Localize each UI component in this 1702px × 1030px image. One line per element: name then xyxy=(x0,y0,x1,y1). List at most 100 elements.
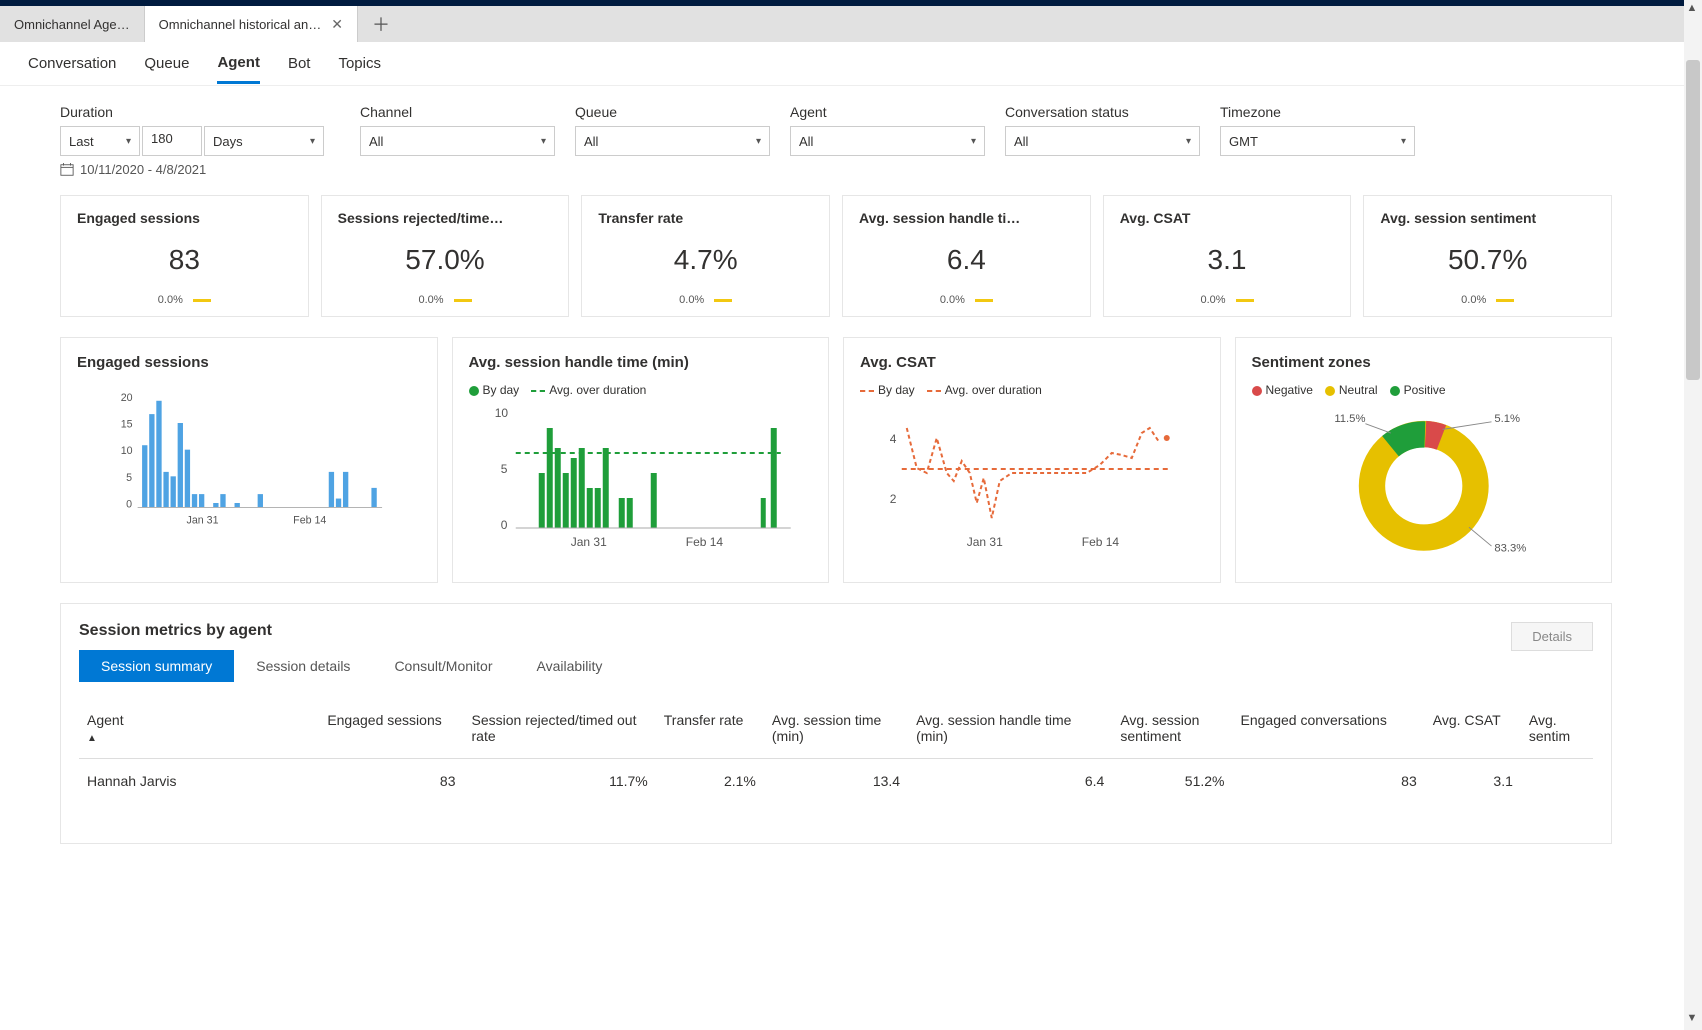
table-title: Session metrics by agent xyxy=(79,622,624,640)
filter-bar: Duration Last ▾ 180 Days ▾ Channel All xyxy=(60,104,1612,156)
tab-strip: Omnichannel Age… Omnichannel historical … xyxy=(0,6,1702,42)
scroll-up-icon[interactable]: ▲ xyxy=(1684,2,1700,18)
kpi-value: 83 xyxy=(77,244,292,276)
kpi-value: 4.7% xyxy=(598,244,813,276)
cell-sess-time: 13.4 xyxy=(764,759,908,804)
filter-label-agent: Agent xyxy=(790,104,985,120)
vertical-scrollbar[interactable]: ▲ ▼ xyxy=(1684,0,1702,1030)
bar-chart: 20 15 10 5 0 xyxy=(77,383,421,543)
agent-select[interactable]: All ▾ xyxy=(790,126,985,156)
cell-trunc xyxy=(1521,759,1593,804)
kpi-trend: 0.0% xyxy=(77,294,292,306)
col-engaged[interactable]: Engaged sessions xyxy=(319,706,463,759)
kpi-value: 6.4 xyxy=(859,244,1074,276)
kpi-row: Engaged sessions 83 0.0% Sessions reject… xyxy=(60,195,1612,317)
chart-legend: By day Avg. over duration xyxy=(469,383,813,397)
chart-csat: Avg. CSAT By day Avg. over duration 4 2 … xyxy=(843,337,1221,583)
agent-metrics-table: Agent▲ Engaged sessions Session rejected… xyxy=(79,706,1593,803)
trend-bar-icon xyxy=(193,299,211,302)
select-value: All xyxy=(799,134,813,149)
tab-label: Omnichannel historical an… xyxy=(159,17,322,32)
details-button[interactable]: Details xyxy=(1511,622,1593,651)
channel-select[interactable]: All ▾ xyxy=(360,126,555,156)
svg-text:Feb 14: Feb 14 xyxy=(293,514,326,526)
view-tab-consult[interactable]: Consult/Monitor xyxy=(372,650,514,682)
kpi-engaged-sessions: Engaged sessions 83 0.0% xyxy=(60,195,309,317)
cell-engaged: 83 xyxy=(319,759,463,804)
kpi-title: Engaged sessions xyxy=(77,210,292,226)
select-value: All xyxy=(1014,134,1028,149)
chevron-down-icon: ▾ xyxy=(310,136,315,147)
kpi-transfer-rate: Transfer rate 4.7% 0.0% xyxy=(581,195,830,317)
svg-text:0: 0 xyxy=(500,518,507,532)
col-sentiment[interactable]: Avg. session sentiment xyxy=(1112,706,1232,759)
duration-mode-select[interactable]: Last ▾ xyxy=(60,126,140,156)
cell-rejected: 11.7% xyxy=(464,759,656,804)
chart-engaged-sessions: Engaged sessions 20 15 10 5 0 xyxy=(60,337,438,583)
select-value: Last xyxy=(69,134,94,149)
kpi-value: 50.7% xyxy=(1380,244,1595,276)
kpi-trend: 0.0% xyxy=(859,294,1074,306)
tab-topics[interactable]: Topics xyxy=(338,55,381,82)
col-handle-time[interactable]: Avg. session handle time (min) xyxy=(908,706,1112,759)
svg-text:Feb 14: Feb 14 xyxy=(685,535,723,549)
col-avg-sentiment-trunc[interactable]: Avg. sentim xyxy=(1521,706,1593,759)
trend-bar-icon xyxy=(714,299,732,302)
svg-text:11.5%: 11.5% xyxy=(1334,413,1365,425)
cell-handle-time: 6.4 xyxy=(908,759,1112,804)
svg-text:4: 4 xyxy=(890,432,897,446)
kpi-csat: Avg. CSAT 3.1 0.0% xyxy=(1103,195,1352,317)
svg-text:10: 10 xyxy=(121,445,133,457)
tab-conversation[interactable]: Conversation xyxy=(28,55,116,82)
col-rejected[interactable]: Session rejected/timed out rate xyxy=(464,706,656,759)
col-csat[interactable]: Avg. CSAT xyxy=(1425,706,1521,759)
tab-queue[interactable]: Queue xyxy=(144,55,189,82)
col-sess-time[interactable]: Avg. session time (min) xyxy=(764,706,908,759)
kpi-trend: 0.0% xyxy=(1380,294,1595,306)
view-tab-availability[interactable]: Availability xyxy=(514,650,624,682)
close-icon[interactable]: ✕ xyxy=(331,16,343,33)
tab-omnichannel-agent[interactable]: Omnichannel Age… xyxy=(0,6,145,42)
donut-chart: 11.5% 5.1% 83.3% xyxy=(1252,403,1596,563)
chart-title: Sentiment zones xyxy=(1252,354,1596,371)
cell-conv: 83 xyxy=(1233,759,1425,804)
svg-text:2: 2 xyxy=(890,492,897,506)
report-nav: Conversation Queue Agent Bot Topics xyxy=(0,42,1702,86)
svg-text:Feb 14: Feb 14 xyxy=(1082,535,1120,549)
queue-select[interactable]: All ▾ xyxy=(575,126,770,156)
kpi-trend: 0.0% xyxy=(1120,294,1335,306)
tab-omnichannel-historical[interactable]: Omnichannel historical an… ✕ xyxy=(145,6,358,42)
duration-unit-select[interactable]: Days ▾ xyxy=(204,126,324,156)
chevron-down-icon: ▾ xyxy=(756,136,761,147)
view-tabs: Session summary Session details Consult/… xyxy=(79,650,624,682)
view-tab-details[interactable]: Session details xyxy=(234,650,372,682)
sort-asc-icon: ▲ xyxy=(87,733,97,744)
table-row[interactable]: Hannah Jarvis 83 11.7% 2.1% 13.4 6.4 51.… xyxy=(79,759,1593,804)
chart-sentiment: Sentiment zones Negative Neutral Positiv… xyxy=(1235,337,1613,583)
kpi-value: 57.0% xyxy=(338,244,553,276)
timezone-select[interactable]: GMT ▾ xyxy=(1220,126,1415,156)
view-tab-summary[interactable]: Session summary xyxy=(79,650,234,682)
status-select[interactable]: All ▾ xyxy=(1005,126,1200,156)
svg-text:10: 10 xyxy=(494,406,508,420)
date-range-display: 10/11/2020 - 4/8/2021 xyxy=(60,162,1612,177)
select-value: All xyxy=(584,134,598,149)
tab-agent[interactable]: Agent xyxy=(217,54,260,84)
filter-label-timezone: Timezone xyxy=(1220,104,1415,120)
filter-label-status: Conversation status xyxy=(1005,104,1200,120)
tab-bot[interactable]: Bot xyxy=(288,55,311,82)
duration-value-input[interactable]: 180 xyxy=(142,126,202,156)
select-value: Days xyxy=(213,134,243,149)
trend-bar-icon xyxy=(454,299,472,302)
svg-text:Jan 31: Jan 31 xyxy=(967,535,1003,549)
trend-bar-icon xyxy=(1236,299,1254,302)
chevron-down-icon: ▾ xyxy=(126,136,131,147)
col-transfer[interactable]: Transfer rate xyxy=(656,706,764,759)
scroll-down-icon[interactable]: ▼ xyxy=(1684,1012,1700,1028)
chart-row: Engaged sessions 20 15 10 5 0 xyxy=(60,337,1612,583)
scroll-thumb[interactable] xyxy=(1686,60,1700,380)
col-conversations[interactable]: Engaged conversations xyxy=(1233,706,1425,759)
col-agent[interactable]: Agent▲ xyxy=(79,706,319,759)
line-chart: 4 2 Jan 31 Feb 14 xyxy=(860,403,1204,563)
new-tab-button[interactable]: ＋ xyxy=(358,11,404,37)
